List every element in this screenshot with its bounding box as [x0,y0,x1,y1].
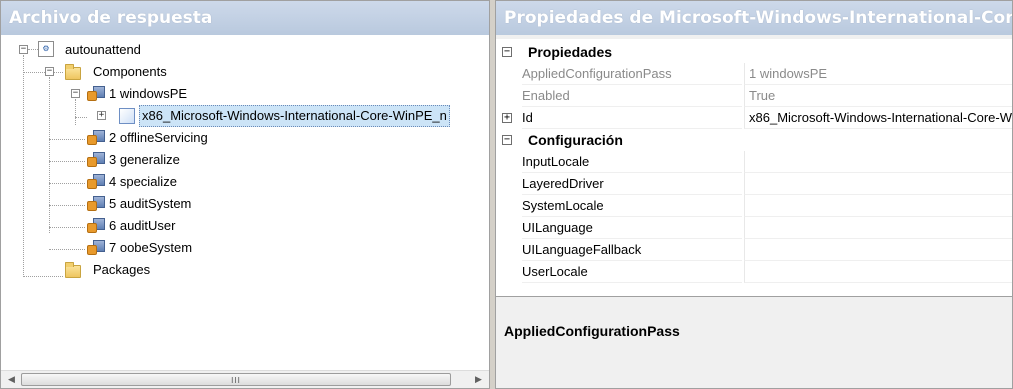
property-row[interactable]: LayeredDriver [496,173,1012,195]
answer-file-pane-title: Archivo de respuesta [1,1,489,35]
configuration-pass-icon [87,86,105,102]
properties-pane: Propiedades de Microsoft-Windows-Interna… [495,0,1013,389]
property-description-panel: AppliedConfigurationPass [496,301,1012,388]
property-name: SystemLocale [522,195,742,217]
property-name: UILanguage [522,217,742,239]
tree-node-autounattend[interactable]: − ⚙ autounattend [1,39,301,61]
tree-node-pass[interactable]: 4 specialize [1,171,301,193]
tree-label-pass[interactable]: 4 specialize [109,171,177,193]
configuration-pass-icon [87,174,105,190]
property-grid: − Propiedades AppliedConfigurationPass 1… [496,39,1012,297]
property-name: Enabled [522,85,742,107]
tree-label-components[interactable]: Components [93,61,167,83]
collapse-toggle[interactable]: − [502,47,512,57]
description-title: AppliedConfigurationPass [504,323,680,339]
collapse-toggle[interactable]: − [45,67,54,76]
answer-file-pane: Archivo de respuesta − ⚙ autounattend − … [0,0,490,389]
tree-label-pass[interactable]: 5 auditSystem [109,193,191,215]
collapse-toggle[interactable]: − [19,45,28,54]
tree-label-root[interactable]: autounattend [65,39,141,61]
folder-icon [65,64,81,80]
category-propiedades[interactable]: − Propiedades [496,41,1012,63]
answer-file-tree: − ⚙ autounattend − Components − 1 window… [1,39,489,368]
property-value[interactable] [744,239,1012,261]
property-name: InputLocale [522,151,742,173]
properties-pane-title: Propiedades de Microsoft-Windows-Interna… [496,1,1012,35]
tree-label-pass[interactable]: 6 auditUser [109,215,175,237]
scroll-left-icon[interactable]: ◀ [3,371,20,388]
tree-label-pass[interactable]: 7 oobeSystem [109,237,192,259]
tree-node-component-selected[interactable]: + x86_Microsoft-Windows-International-Co… [1,105,489,127]
property-value: 1 windowsPE [744,63,1012,85]
property-row[interactable]: Enabled True [496,85,1012,107]
tree-node-pass[interactable]: 2 offlineServicing [1,127,301,149]
property-name: UILanguageFallback [522,239,742,261]
property-row[interactable]: + Id x86_Microsoft-Windows-International… [496,107,1012,129]
tree-node-pass[interactable]: 6 auditUser [1,215,301,237]
tree-node-packages[interactable]: Packages [1,259,301,281]
tree-label-pass[interactable]: 3 generalize [109,149,180,171]
component-icon [119,108,135,124]
horizontal-scrollbar[interactable]: ◀ III ▶ [1,370,489,388]
scroll-right-icon[interactable]: ▶ [470,371,487,388]
collapse-toggle[interactable]: − [71,89,80,98]
tree-node-pass[interactable]: − 1 windowsPE [1,83,301,105]
configuration-pass-icon [87,152,105,168]
tree-label-pass[interactable]: 1 windowsPE [109,83,187,105]
scrollbar-grip: III [231,376,241,385]
category-label: Propiedades [528,44,613,60]
category-label: Configuración [528,132,623,148]
property-value: True [744,85,1012,107]
property-value[interactable] [744,261,1012,283]
scrollbar-thumb[interactable]: III [21,373,451,386]
property-row[interactable]: UILanguageFallback [496,239,1012,261]
configuration-pass-icon [87,218,105,234]
folder-icon [65,262,81,278]
tree-node-pass[interactable]: 5 auditSystem [1,193,301,215]
tree-label-packages[interactable]: Packages [93,259,150,281]
property-row[interactable]: AppliedConfigurationPass 1 windowsPE [496,63,1012,85]
property-value[interactable] [744,173,1012,195]
property-name: UserLocale [522,261,742,283]
property-name: Id [522,107,742,129]
tree-node-pass[interactable]: 7 oobeSystem [1,237,301,259]
property-row[interactable]: UILanguage [496,217,1012,239]
collapse-toggle[interactable]: − [502,135,512,145]
tree-node-pass[interactable]: 3 generalize [1,149,301,171]
tree-node-components[interactable]: − Components [1,61,301,83]
property-name: LayeredDriver [522,173,742,195]
category-configuracion[interactable]: − Configuración [496,129,1012,151]
tree-label-pass[interactable]: 2 offlineServicing [109,127,208,149]
answer-file-icon: ⚙ [38,41,54,57]
property-row[interactable]: SystemLocale [496,195,1012,217]
tree-label-component[interactable]: x86_Microsoft-Windows-International-Core… [139,105,450,127]
configuration-pass-icon [87,130,105,146]
property-row[interactable]: InputLocale [496,151,1012,173]
property-value[interactable] [744,195,1012,217]
property-value[interactable] [744,151,1012,173]
property-name: AppliedConfigurationPass [522,63,742,85]
expand-toggle[interactable]: + [502,113,512,123]
configuration-pass-icon [87,196,105,212]
property-value[interactable] [744,217,1012,239]
expand-toggle[interactable]: + [97,111,106,120]
property-row[interactable]: UserLocale [496,261,1012,283]
property-value: x86_Microsoft-Windows-International-Core… [744,107,1012,129]
configuration-pass-icon [87,240,105,256]
